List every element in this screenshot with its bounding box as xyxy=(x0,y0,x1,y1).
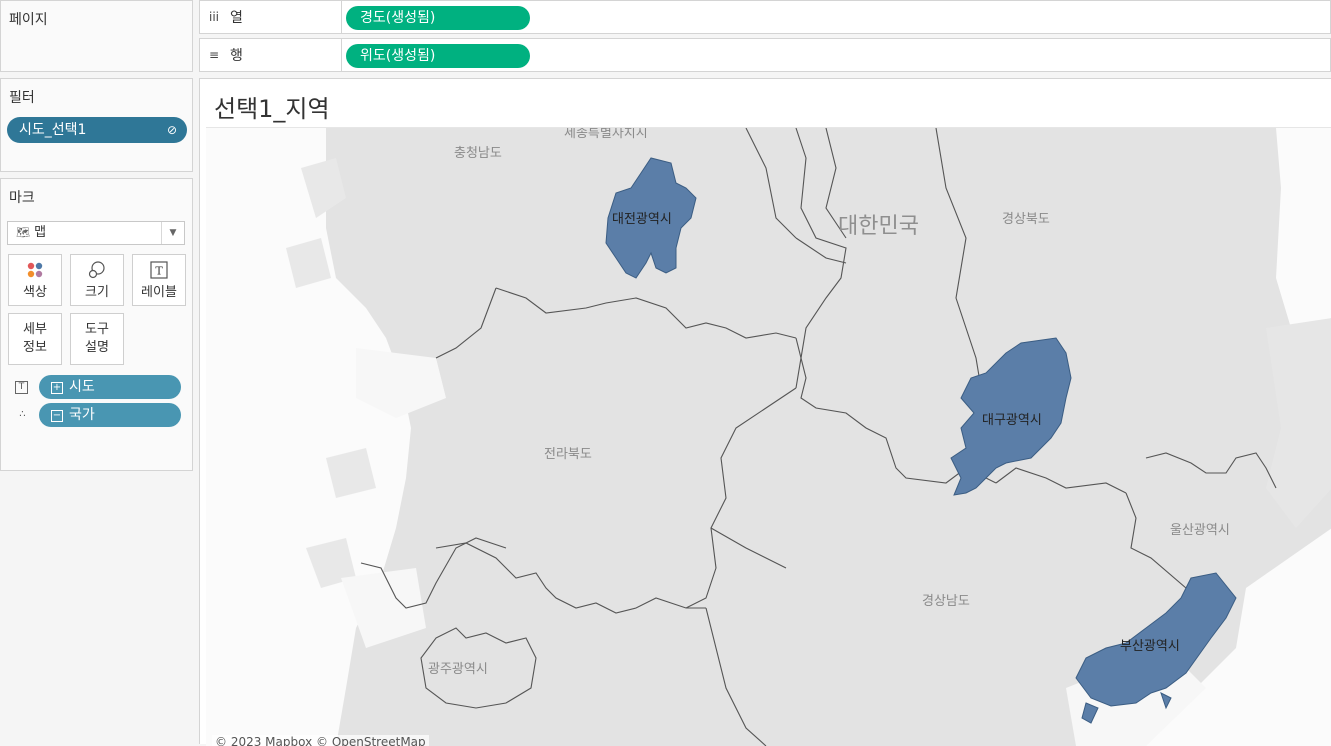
field-pill-country[interactable]: − 국가 xyxy=(39,403,181,427)
mark-field-country: ∴ − 국가 xyxy=(15,403,183,427)
filters-panel: 필터 시도_선택1 ⊘ xyxy=(0,78,193,172)
filter-pill-sido[interactable]: 시도_선택1 ⊘ xyxy=(7,117,187,143)
rows-label: ≡ 행 xyxy=(206,39,342,71)
rows-shelf[interactable]: ≡ 행 위도(생성됨) xyxy=(199,38,1331,72)
mark-type-dropdown[interactable]: 🗺︎ 맵 ▼ xyxy=(7,221,185,245)
pages-panel: 페이지 xyxy=(0,0,193,72)
label-jeonbuk: 전라북도 xyxy=(544,447,592,462)
map-canvas[interactable]: 충청남도 세종특별자치시 대한민국 경상북도 전라북도 울산광역시 경상남도 광… xyxy=(206,127,1331,746)
columns-icon: iii xyxy=(208,10,219,24)
label-gyeongbuk: 경상북도 xyxy=(1002,212,1050,227)
svg-text:T: T xyxy=(155,265,163,278)
collapse-icon[interactable]: − xyxy=(51,410,63,422)
worksheet-view: 선택1_지역 충청남도 세종특별자치시 대한민국 경상북도 전라북도 울산광역시… xyxy=(199,78,1331,746)
detail-button[interactable]: 세부 정보 xyxy=(8,313,62,365)
label-country: 대한민국 xyxy=(838,214,919,239)
label-ulsan: 울산광역시 xyxy=(1170,523,1230,538)
size-icon xyxy=(88,261,105,279)
label-gyeongnam: 경상남도 xyxy=(922,594,970,609)
field-pill-country-label: 국가 xyxy=(69,407,95,423)
mark-field-sido: T + 시도 xyxy=(15,375,183,399)
label-chungnam: 충청남도 xyxy=(454,146,502,161)
marks-panel: 마크 🗺︎ 맵 ▼ 색상 크기 T 레이블 세부 정보 도구 설명 T + 시도… xyxy=(0,178,193,471)
map-attribution[interactable]: © 2023 Mapbox © OpenStreetMap xyxy=(212,735,429,746)
mark-type-label: 맵 xyxy=(34,225,47,240)
label-button-label: 레이블 xyxy=(141,285,177,300)
longitude-pill[interactable]: 경도(생성됨) xyxy=(346,6,530,30)
rows-icon: ≡ xyxy=(208,48,220,62)
filter-pill-label: 시도_선택1 xyxy=(19,122,87,138)
label-daegu: 대구광역시 xyxy=(982,413,1042,428)
link-icon: ⊘ xyxy=(166,123,177,137)
tooltip-button[interactable]: 도구 설명 xyxy=(70,313,124,365)
chevron-down-icon[interactable]: ▼ xyxy=(161,222,184,244)
color-button-label: 색상 xyxy=(23,285,47,300)
map-icon: 🗺︎ xyxy=(16,226,30,239)
label-busan: 부산광역시 xyxy=(1120,639,1180,654)
label-daejeon: 대전광역시 xyxy=(612,212,672,227)
detail-icon: ∴ xyxy=(19,409,25,420)
color-button[interactable]: 색상 xyxy=(8,254,62,306)
size-button-label: 크기 xyxy=(85,285,109,300)
pages-title: 페이지 xyxy=(9,12,48,28)
columns-shelf[interactable]: iii 열 경도(생성됨) xyxy=(199,0,1331,34)
color-icon xyxy=(27,262,43,278)
detail-line1: 세부 xyxy=(23,322,47,337)
label-icon: T xyxy=(15,381,28,394)
columns-label-text: 열 xyxy=(230,10,243,26)
rows-label-text: 행 xyxy=(230,48,243,64)
marks-title: 마크 xyxy=(9,190,35,206)
field-pill-sido[interactable]: + 시도 xyxy=(39,375,181,399)
detail-line2: 정보 xyxy=(23,340,47,355)
size-button[interactable]: 크기 xyxy=(70,254,124,306)
map-svg: 충청남도 세종특별자치시 대한민국 경상북도 전라북도 울산광역시 경상남도 광… xyxy=(286,128,1331,746)
expand-icon[interactable]: + xyxy=(51,382,63,394)
text-icon: T xyxy=(150,261,168,279)
label-sejong: 세종특별자치시 xyxy=(564,128,648,141)
columns-label: iii 열 xyxy=(206,1,342,33)
worksheet-title: 선택1_지역 xyxy=(214,95,330,123)
filters-title: 필터 xyxy=(9,90,35,106)
tooltip-line2: 설명 xyxy=(85,340,109,355)
latitude-pill[interactable]: 위도(생성됨) xyxy=(346,44,530,68)
tooltip-line1: 도구 xyxy=(85,322,109,337)
label-button[interactable]: T 레이블 xyxy=(132,254,186,306)
field-pill-sido-label: 시도 xyxy=(69,379,95,395)
label-gwangju: 광주광역시 xyxy=(428,662,488,677)
